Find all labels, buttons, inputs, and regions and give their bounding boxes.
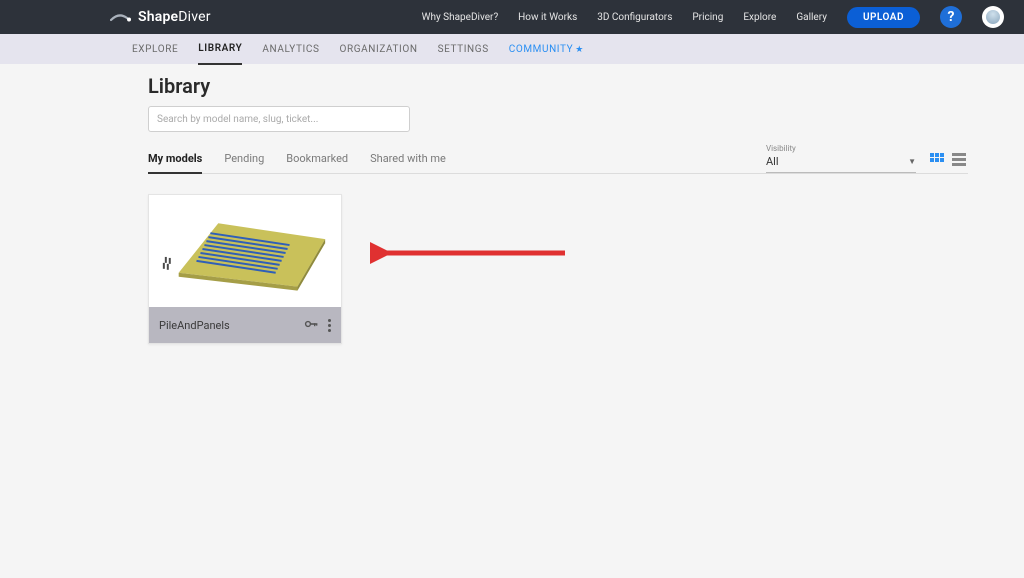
secnav-library[interactable]: LIBRARY	[198, 34, 242, 65]
visibility-label: Visibility	[766, 144, 916, 153]
avatar-icon	[986, 10, 1000, 24]
model-grid: PileAndPanels	[148, 194, 968, 344]
visibility-select[interactable]: All ▼	[766, 153, 916, 173]
secnav-settings[interactable]: SETTINGS	[438, 35, 489, 64]
model-card-footer: PileAndPanels	[149, 307, 341, 343]
topbar: ShapeDiver Why ShapeDiver? How it Works …	[0, 0, 1024, 34]
visibility-value: All	[766, 155, 779, 168]
search-input[interactable]	[157, 114, 401, 125]
thumbnail-icon	[149, 195, 341, 307]
page-title: Library	[148, 74, 968, 98]
tabs-row: My models Pending Bookmarked Shared with…	[148, 144, 968, 174]
secnav-explore[interactable]: EXPLORE	[132, 35, 178, 64]
secondary-nav: EXPLORE LIBRARY ANALYTICS ORGANIZATION S…	[0, 34, 1024, 64]
page-content: Library My models Pending Bookmarked Sha…	[0, 64, 1024, 344]
topnav-explore[interactable]: Explore	[743, 12, 776, 23]
chevron-down-icon: ▼	[908, 157, 916, 166]
kebab-menu-icon[interactable]	[328, 319, 331, 332]
key-icon	[304, 318, 318, 332]
model-title: PileAndPanels	[159, 319, 304, 332]
tab-bookmarked[interactable]: Bookmarked	[286, 152, 348, 173]
tab-shared[interactable]: Shared with me	[370, 152, 446, 173]
topnav-howitworks[interactable]: How it Works	[518, 12, 577, 23]
secnav-analytics[interactable]: ANALYTICS	[262, 35, 319, 64]
logo-swoosh-icon	[110, 10, 132, 24]
brand-name: ShapeDiver	[138, 9, 211, 25]
model-card[interactable]: PileAndPanels	[148, 194, 342, 344]
topnav-pricing[interactable]: Pricing	[692, 12, 723, 23]
visibility-filter[interactable]: Visibility All ▼	[766, 144, 916, 173]
secnav-organization[interactable]: ORGANIZATION	[340, 35, 418, 64]
star-icon: ★	[575, 45, 584, 55]
tab-my-models[interactable]: My models	[148, 152, 202, 174]
topnav-gallery[interactable]: Gallery	[796, 12, 827, 23]
grid-view-button[interactable]	[930, 153, 946, 167]
top-nav: Why ShapeDiver? How it Works 3D Configur…	[422, 6, 1004, 28]
model-thumbnail	[149, 195, 341, 307]
list-view-button[interactable]	[952, 153, 968, 167]
topnav-why[interactable]: Why ShapeDiver?	[422, 12, 499, 23]
secnav-community[interactable]: COMMUNITY★	[509, 35, 584, 64]
search-box[interactable]	[148, 106, 410, 132]
topnav-3dconfig[interactable]: 3D Configurators	[597, 12, 672, 23]
brand-logo[interactable]: ShapeDiver	[110, 9, 211, 25]
tab-pending[interactable]: Pending	[224, 152, 264, 173]
upload-button[interactable]: UPLOAD	[847, 7, 920, 28]
library-tabs: My models Pending Bookmarked Shared with…	[148, 152, 446, 173]
help-button[interactable]: ?	[940, 6, 962, 28]
avatar[interactable]	[982, 6, 1004, 28]
secnav-community-label: COMMUNITY	[509, 44, 574, 55]
view-toggles	[930, 153, 968, 173]
